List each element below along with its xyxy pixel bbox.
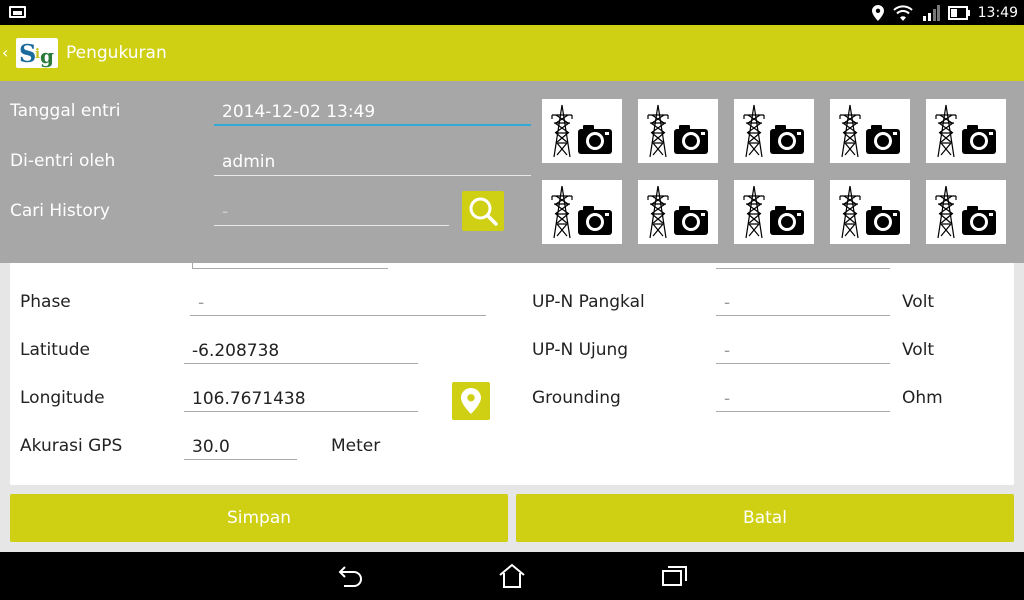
page-title: Pengukuran <box>66 43 167 63</box>
status-bar: 13:49 <box>0 0 1024 25</box>
latitude-input[interactable]: -6.208738 <box>184 338 418 364</box>
tower-camera-icon <box>839 104 900 158</box>
back-nav-icon[interactable] <box>336 562 366 590</box>
search-history-button[interactable] <box>462 191 504 231</box>
longitude-label: Longitude <box>20 388 105 408</box>
akurasi-gps-label: Akurasi GPS <box>20 436 123 456</box>
photo-slot-8[interactable] <box>734 180 814 244</box>
action-bar: ‹ S i g Pengukuran <box>0 25 1024 81</box>
cancel-button[interactable]: Batal <box>516 494 1014 542</box>
photo-slot-3[interactable] <box>734 99 814 163</box>
photo-slot-10[interactable] <box>926 180 1006 244</box>
photo-slot-1[interactable] <box>542 99 622 163</box>
grounding-input[interactable]: - <box>716 386 890 412</box>
photo-slot-6[interactable] <box>542 180 622 244</box>
tower-camera-icon <box>647 185 708 239</box>
upn-pangkal-unit: Volt <box>902 292 935 312</box>
phase-input[interactable]: - <box>190 290 486 316</box>
tower-camera-icon <box>935 104 996 158</box>
upn-ujung-input[interactable]: - <box>716 338 890 364</box>
back-chevron-icon[interactable]: ‹ <box>2 43 8 62</box>
tower-camera-icon <box>551 104 612 158</box>
photo-slot-2[interactable] <box>638 99 718 163</box>
tower-camera-icon <box>839 185 900 239</box>
akurasi-gps-unit: Meter <box>331 436 381 456</box>
home-nav-icon[interactable] <box>497 562 527 590</box>
photo-slot-9[interactable] <box>830 180 910 244</box>
tower-camera-icon <box>743 104 804 158</box>
akurasi-gps-input[interactable]: 30.0 <box>184 434 297 460</box>
wifi-icon <box>892 4 913 21</box>
app-logo[interactable]: S i g <box>16 38 58 68</box>
grounding-unit: Ohm <box>902 388 943 408</box>
photo-slot-5[interactable] <box>926 99 1006 163</box>
measurement-form <box>10 245 1014 485</box>
upn-ujung-unit: Volt <box>902 340 935 360</box>
dientri-oleh-label: Di-entri oleh <box>10 151 116 171</box>
entry-header-panel: Tanggal entri 2014-12-02 13:49 Di-entri … <box>0 81 1024 263</box>
tower-camera-icon <box>647 104 708 158</box>
upn-pangkal-input[interactable]: - <box>716 290 890 316</box>
tower-camera-icon <box>935 185 996 239</box>
dientri-oleh-input[interactable]: admin <box>214 148 531 176</box>
upn-ujung-label: UP-N Ujung <box>532 340 629 360</box>
recents-nav-icon[interactable] <box>660 562 690 590</box>
photo-slot-7[interactable] <box>638 180 718 244</box>
cari-history-label: Cari History <box>10 201 110 221</box>
upn-pangkal-label: UP-N Pangkal <box>532 292 645 312</box>
location-icon <box>871 4 884 21</box>
cari-history-input[interactable]: - <box>214 198 449 226</box>
map-pin-icon <box>461 388 481 414</box>
longitude-input[interactable]: 106.7671438 <box>184 386 418 412</box>
tanggal-entri-input[interactable]: 2014-12-02 13:49 <box>214 98 531 126</box>
grounding-label: Grounding <box>532 388 621 408</box>
photo-slot-4[interactable] <box>830 99 910 163</box>
save-button[interactable]: Simpan <box>10 494 508 542</box>
tower-camera-icon <box>743 185 804 239</box>
clock: 13:49 <box>977 4 1018 21</box>
gallery-notification-icon <box>9 6 26 18</box>
latitude-label: Latitude <box>20 340 90 360</box>
battery-icon <box>947 5 970 20</box>
search-icon <box>469 197 498 226</box>
phase-label: Phase <box>20 292 71 312</box>
tanggal-entri-label: Tanggal entri <box>10 101 121 121</box>
signal-icon <box>922 4 940 21</box>
tower-camera-icon <box>551 185 612 239</box>
get-location-button[interactable] <box>452 382 490 420</box>
navigation-bar <box>0 552 1024 600</box>
